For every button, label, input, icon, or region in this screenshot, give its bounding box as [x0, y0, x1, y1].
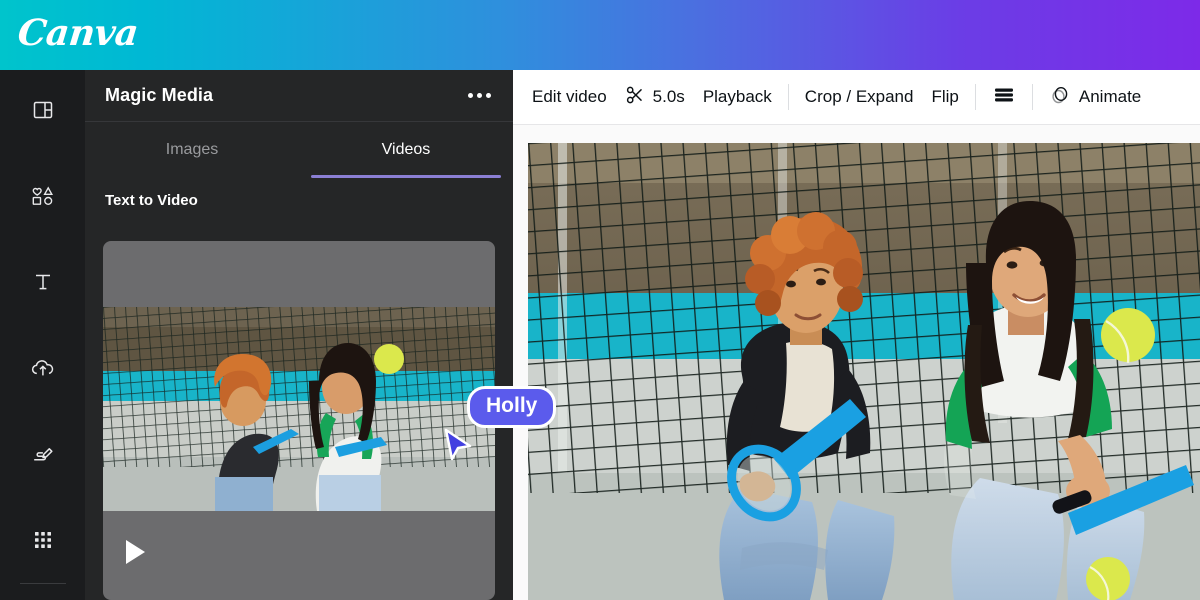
layout-icon	[31, 98, 55, 122]
tennis-scene-main	[528, 143, 1200, 600]
edit-video-button[interactable]: Edit video	[523, 70, 616, 125]
tab-videos[interactable]: Videos	[299, 122, 513, 178]
sidebar-item-design[interactable]	[0, 84, 85, 136]
panel-title: Magic Media	[105, 85, 213, 106]
toolbar-divider	[975, 84, 976, 110]
grid-apps-icon	[32, 529, 54, 551]
more-options-icon[interactable]	[461, 81, 497, 111]
tennis-scene-thumbnail	[103, 307, 495, 511]
animate-label: Animate	[1079, 87, 1141, 107]
sidebar-item-elements[interactable]	[0, 170, 85, 222]
editor-toolbar: Edit video 5.0s Playback Crop / Expand F…	[513, 70, 1200, 125]
animate-button[interactable]: Animate	[1040, 70, 1150, 125]
collaborator-name-badge: Holly	[467, 386, 556, 428]
position-bars-icon	[992, 85, 1016, 110]
sidebar-item-draw[interactable]	[0, 428, 85, 480]
playback-button[interactable]: Playback	[694, 70, 781, 125]
sidebar-item-apps[interactable]	[0, 514, 85, 566]
toolbar-divider	[788, 84, 789, 110]
sidebar-item-uploads[interactable]	[0, 342, 85, 394]
position-button[interactable]	[983, 70, 1025, 125]
animate-circles-icon	[1049, 84, 1071, 111]
text-icon	[31, 270, 55, 294]
shapes-icon	[30, 184, 56, 208]
section-title-text-to-video: Text to Video	[85, 178, 513, 209]
video-thumbnail-frame	[103, 307, 495, 511]
sidebar-item-text[interactable]	[0, 256, 85, 308]
brand-header-bar: Canva	[0, 0, 1200, 70]
generated-video-card[interactable]	[103, 241, 495, 600]
toolbar-divider	[1032, 84, 1033, 110]
cursor-pointer-icon	[443, 428, 473, 462]
design-canvas[interactable]	[513, 125, 1200, 600]
canva-editor-window: Canva	[0, 0, 1200, 600]
tab-images[interactable]: Images	[85, 122, 299, 178]
flip-button[interactable]: Flip	[922, 70, 967, 125]
duration-label: 5.0s	[653, 87, 685, 107]
canva-logo[interactable]: Canva	[16, 12, 140, 54]
trim-duration-button[interactable]: 5.0s	[616, 70, 694, 125]
cloud-upload-icon	[30, 356, 56, 380]
rail-divider	[20, 583, 66, 584]
panel-header: Magic Media	[85, 70, 513, 122]
scissors-icon	[625, 85, 645, 110]
panel-tabs: Images Videos	[85, 122, 513, 178]
video-element-on-canvas[interactable]	[528, 143, 1200, 600]
play-icon[interactable]	[126, 540, 145, 564]
left-icon-rail	[0, 70, 85, 600]
pen-icon	[30, 442, 56, 466]
crop-expand-button[interactable]: Crop / Expand	[796, 70, 923, 125]
